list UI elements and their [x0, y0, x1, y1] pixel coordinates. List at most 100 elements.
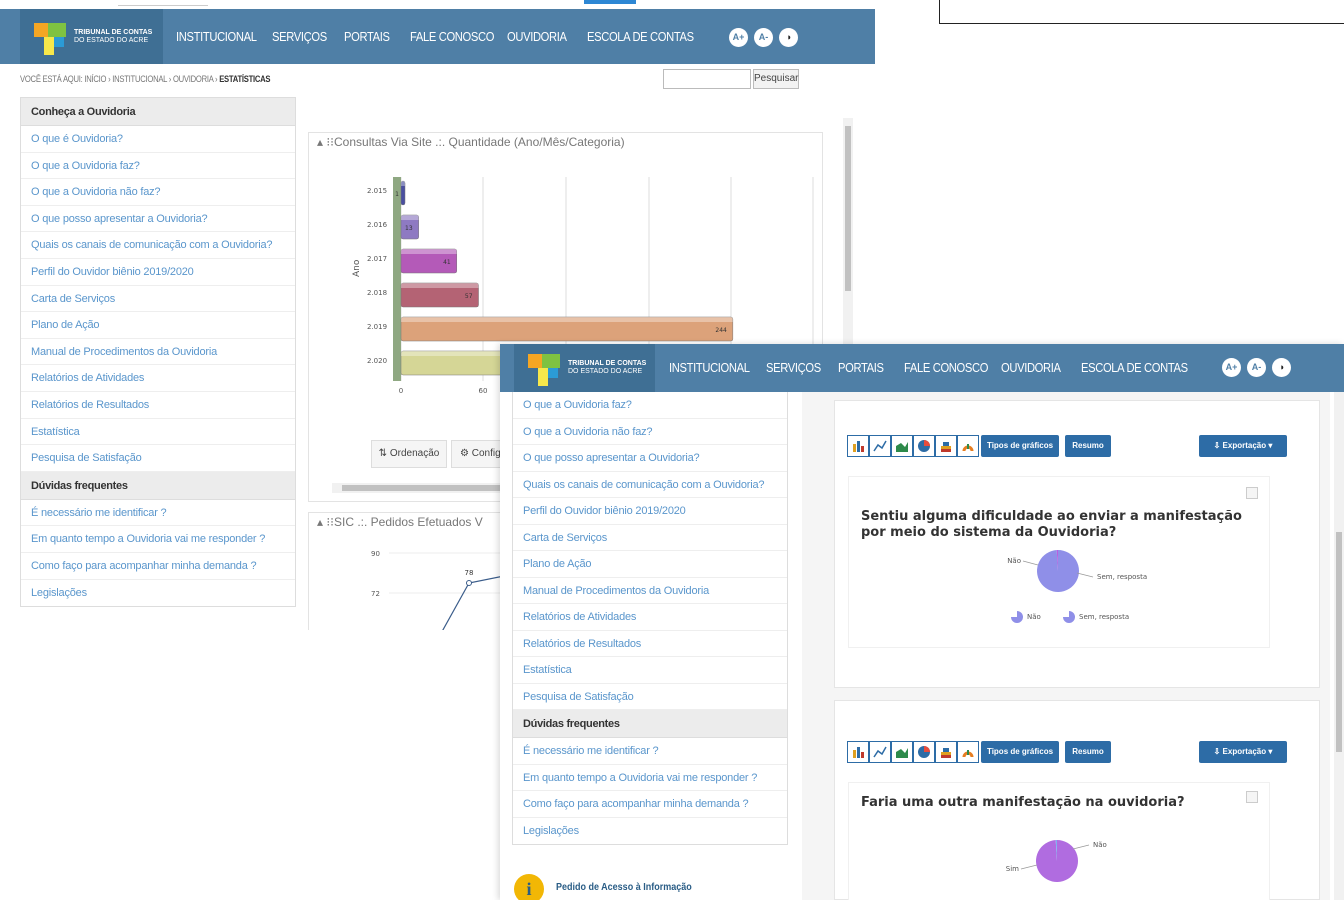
sidebar-link[interactable]: É necessário me identificar ? [513, 738, 787, 765]
breadcrumb-item[interactable]: INSTITUCIONAL [112, 74, 167, 84]
sidebar-link[interactable]: Relatórios de Resultados [513, 631, 787, 657]
sidebar-link[interactable]: Perfil do Ouvidor biênio 2019/2020 [21, 259, 295, 286]
sidebar-link[interactable]: Manual de Procedimentos da Ouvidoria [513, 578, 787, 604]
search-button[interactable]: Pesquisar [753, 69, 799, 89]
sidebar-link[interactable]: Pesquisa de Satisfação [21, 445, 295, 472]
line-chart-icon[interactable] [869, 741, 891, 763]
sidebar-link[interactable]: Relatórios de Atividades [513, 604, 787, 631]
font-decrease-button[interactable]: A- [754, 28, 773, 47]
sidebar-link[interactable]: Legislações [21, 580, 295, 607]
sidebar-link[interactable]: O que a Ouvidoria não faz? [513, 419, 787, 445]
resumo-button[interactable]: Resumo [1065, 741, 1111, 763]
chart-toolbar: Tipos de gráficos Resumo ⇩ Exportação ▾ [847, 741, 1307, 763]
data-label: 57 [465, 293, 473, 300]
nav-servicos[interactable]: SERVIÇOS [766, 344, 821, 392]
contrast-button[interactable]: ◑ [779, 28, 798, 47]
exportacao-button[interactable]: ⇩ Exportação ▾ [1199, 435, 1287, 457]
contrast-button[interactable]: ◑ [1272, 358, 1291, 377]
sidebar-link[interactable]: Relatórios de Atividades [21, 365, 295, 392]
sidebar-link[interactable]: Relatórios de Resultados [21, 392, 295, 419]
scrollbar-thumb[interactable] [845, 126, 851, 291]
sidebar-link[interactable]: O que posso apresentar a Ouvidoria? [21, 206, 295, 233]
sidebar-link[interactable]: Legislações [513, 818, 787, 845]
pie-chart-icon[interactable] [913, 435, 935, 457]
bar-highlight [401, 317, 733, 322]
nav-portais[interactable]: PORTAIS [838, 344, 884, 392]
sidebar-link[interactable]: Estatística [21, 419, 295, 446]
sidebar-link[interactable]: Plano de Ação [513, 551, 787, 578]
sidebar-link[interactable]: É necessário me identificar ? [21, 500, 295, 527]
tick-label: 2.018 [367, 289, 387, 297]
stacked-chart-icon[interactable] [935, 741, 957, 763]
sidebar-link[interactable]: Pesquisa de Satisfação [513, 684, 787, 710]
area-chart-icon[interactable] [891, 435, 913, 457]
bar-chart-icon[interactable] [847, 435, 869, 457]
funnel-chart-icon[interactable] [957, 435, 979, 457]
nav-escola-de-contas[interactable]: ESCOLA DE CONTAS [587, 9, 694, 64]
tipos-de-graficos-button[interactable]: Tipos de gráficos [981, 741, 1059, 763]
sidebar-link[interactable]: Estatística [513, 657, 787, 684]
breadcrumb-separator: › [215, 74, 218, 84]
stacked-chart-icon[interactable] [935, 435, 957, 457]
nav-institucional[interactable]: INSTITUCIONAL [669, 344, 750, 392]
sidebar-link[interactable]: O que a Ouvidoria faz? [513, 392, 787, 419]
foreground-window: TRIBUNAL DE CONTAS DO ESTADO DO ACRE INS… [500, 344, 1344, 900]
pedido-acesso-link[interactable]: Pedido de Acesso à Informação [556, 882, 692, 893]
chart-menu-icon[interactable] [1246, 791, 1258, 803]
nav-institucional[interactable]: INSTITUCIONAL [176, 9, 257, 64]
pie-chart-icon[interactable] [913, 741, 935, 763]
tick-label: 0 [399, 387, 403, 395]
chart-menu-icon[interactable] [1246, 487, 1258, 499]
nav-ouvidoria[interactable]: OUVIDORIA [1001, 344, 1061, 392]
bar-highlight [401, 215, 419, 220]
sidebar-link[interactable]: O que é Ouvidoria? [21, 126, 295, 153]
legend-label: Sem, resposta [1079, 613, 1129, 621]
sidebar-link[interactable]: Como faço para acompanhar minha demanda … [513, 791, 787, 818]
sidebar-link[interactable]: O que a Ouvidoria faz? [21, 153, 295, 180]
area-chart-icon[interactable] [891, 741, 913, 763]
sidebar-link[interactable]: Quais os canais de comunicação com a Ouv… [513, 472, 787, 498]
nav-fale-conosco[interactable]: FALE CONOSCO [410, 9, 494, 64]
sidebar-link[interactable]: Perfil do Ouvidor biênio 2019/2020 [513, 498, 787, 525]
site-logo[interactable]: TRIBUNAL DE CONTAS DO ESTADO DO ACRE [514, 344, 655, 392]
chart-card: Tipos de gráficos Resumo ⇩ Exportação ▾ … [834, 700, 1320, 900]
sidebar-link[interactable]: Plano de Ação [21, 312, 295, 339]
sidebar-link[interactable]: O que posso apresentar a Ouvidoria? [513, 445, 787, 472]
nav-ouvidoria[interactable]: OUVIDORIA [507, 9, 567, 64]
ordenacao-button[interactable]: ⇅ Ordenação [371, 440, 447, 468]
sidebar-link[interactable]: Carta de Serviços [21, 286, 295, 313]
sidebar-link[interactable]: O que a Ouvidoria não faz? [21, 179, 295, 206]
exportacao-button[interactable]: ⇩ Exportação ▾ [1199, 741, 1287, 763]
font-increase-button[interactable]: A+ [729, 28, 748, 47]
sidebar-link[interactable]: Em quanto tempo a Ouvidoria vai me respo… [513, 765, 787, 791]
main-navbar: TRIBUNAL DE CONTAS DO ESTADO DO ACRE INS… [500, 344, 1344, 392]
nav-servicos[interactable]: SERVIÇOS [272, 9, 327, 64]
breadcrumb-prefix: VOCÊ ESTÁ AQUI: [20, 74, 83, 84]
sidebar-link[interactable]: Carta de Serviços [513, 525, 787, 551]
sidebar-link[interactable]: Como faço para acompanhar minha demanda … [21, 553, 295, 580]
sidebar-link[interactable]: Em quanto tempo a Ouvidoria vai me respo… [21, 526, 295, 553]
scrollbar-thumb[interactable] [1336, 532, 1342, 752]
line-chart-icon[interactable] [869, 435, 891, 457]
chart-title: Sentiu alguma dificuldade ao enviar a ma… [861, 509, 1242, 540]
leader-line [1076, 572, 1094, 578]
bar-chart-icon[interactable] [847, 741, 869, 763]
funnel-chart-icon[interactable] [957, 741, 979, 763]
breadcrumb-item[interactable]: INÍCIO [84, 74, 106, 84]
font-increase-button[interactable]: A+ [1222, 358, 1241, 377]
nav-escola-de-contas[interactable]: ESCOLA DE CONTAS [1081, 344, 1188, 392]
tipos-de-graficos-button[interactable]: Tipos de gráficos [981, 435, 1059, 457]
h-scrollbar-thumb[interactable] [342, 485, 502, 491]
logo-line2: DO ESTADO DO ACRE [74, 36, 149, 44]
search-input[interactable] [663, 69, 751, 89]
sidebar-link[interactable]: Quais os canais de comunicação com a Ouv… [21, 232, 295, 259]
font-decrease-button[interactable]: A- [1247, 358, 1266, 377]
nav-fale-conosco[interactable]: FALE CONOSCO [904, 344, 988, 392]
site-logo[interactable]: TRIBUNAL DE CONTAS DO ESTADO DO ACRE [20, 9, 163, 64]
nav-portais[interactable]: PORTAIS [344, 9, 390, 64]
vertical-scrollbar[interactable] [1334, 392, 1344, 900]
breadcrumb-item[interactable]: OUVIDORIA [173, 74, 213, 84]
sidebar-link[interactable]: Manual de Procedimentos da Ouvidoria [21, 339, 295, 366]
horizontal-scrollbar[interactable] [332, 483, 502, 493]
resumo-button[interactable]: Resumo [1065, 435, 1111, 457]
